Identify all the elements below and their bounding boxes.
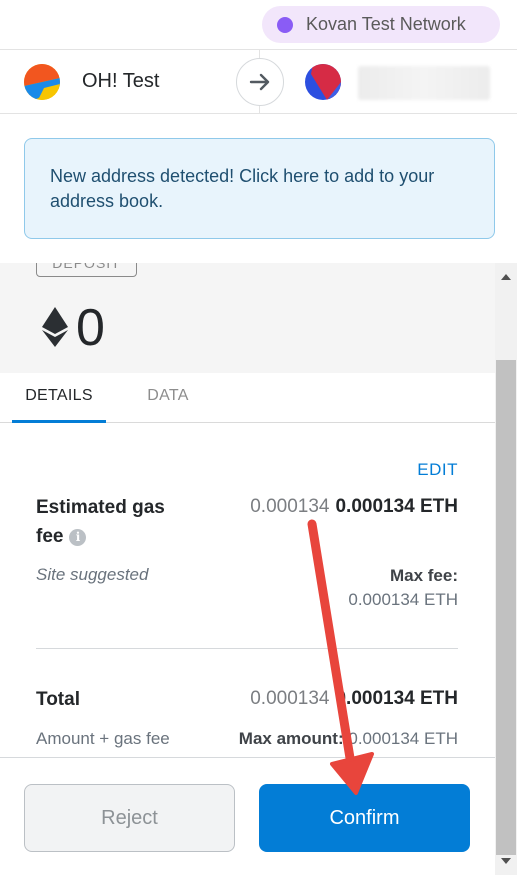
gas-fee-fiat: 0.000134 bbox=[250, 496, 330, 517]
page-footer: Reject Confirm bbox=[0, 757, 495, 875]
max-fee-label: Max fee: bbox=[390, 566, 458, 586]
tab-bar: DETAILS DATA bbox=[0, 373, 495, 423]
total-fiat: 0.000134 bbox=[250, 688, 330, 709]
arrow-right-icon bbox=[236, 58, 284, 106]
tab-data[interactable]: DATA bbox=[130, 373, 206, 423]
sender-name: OH! Test bbox=[82, 70, 160, 92]
recipient-address-redacted bbox=[358, 66, 490, 100]
total-sublabel: Amount + gas fee bbox=[36, 729, 170, 748]
total-label: Total bbox=[36, 689, 80, 710]
max-amount-row: Max amount: 0.000134 ETH bbox=[239, 729, 458, 749]
info-icon[interactable]: i bbox=[69, 529, 87, 546]
max-fee-label-text: Max fee: bbox=[389, 566, 458, 585]
gas-fee-label: Estimated gas fee i bbox=[36, 493, 165, 551]
network-selector[interactable]: Kovan Test Network bbox=[262, 6, 500, 43]
transaction-amount: 0 bbox=[76, 299, 105, 357]
method-tag: DEPOSIT bbox=[36, 263, 137, 277]
total-value: 0.000134 0.000134 ETH bbox=[250, 688, 458, 710]
confirm-button[interactable]: Confirm bbox=[259, 784, 470, 852]
alert-area: New address detected! Click here to add … bbox=[0, 115, 517, 263]
max-fee-value: 0.000134 ETH bbox=[348, 590, 458, 609]
edit-gas-link[interactable]: EDIT bbox=[417, 460, 458, 480]
gas-fee-label-line1: Estimated gas bbox=[36, 497, 165, 518]
new-address-alert[interactable]: New address detected! Click here to add … bbox=[24, 138, 495, 239]
transaction-summary: DEPOSIT 0 bbox=[0, 263, 495, 373]
gas-fee-label-line2: fee bbox=[36, 526, 64, 547]
max-amount-value: 0.000134 ETH bbox=[348, 729, 458, 748]
recipient-avatar-icon bbox=[305, 64, 341, 100]
scroll-up-arrow-icon[interactable] bbox=[495, 267, 517, 287]
scroll-down-arrow-icon[interactable] bbox=[495, 851, 517, 871]
divider bbox=[36, 648, 458, 649]
reject-button[interactable]: Reject bbox=[24, 784, 235, 852]
gas-fee-eth: 0.000134 ETH bbox=[335, 496, 458, 517]
eth-diamond-icon bbox=[42, 307, 68, 352]
alert-text: New address detected! Click here to add … bbox=[50, 166, 435, 211]
sender-recipient-row: OH! Test bbox=[0, 50, 517, 114]
gas-fee-sublabel: Site suggested bbox=[36, 565, 149, 584]
total-eth: 0.000134 ETH bbox=[335, 688, 458, 709]
network-bar: Kovan Test Network bbox=[0, 0, 517, 50]
max-amount-label: Max amount: bbox=[238, 729, 344, 748]
sender-avatar-icon bbox=[24, 64, 60, 100]
confirm-page-content: DEPOSIT 0 DETAILS DATA EDIT Estimated ga… bbox=[0, 263, 495, 757]
tab-details[interactable]: DETAILS bbox=[12, 373, 106, 423]
scrollbar[interactable] bbox=[495, 263, 517, 875]
network-status-dot bbox=[277, 16, 293, 33]
gas-fee-value: 0.000134 0.000134 ETH bbox=[250, 496, 458, 518]
scrollbar-thumb[interactable] bbox=[496, 360, 516, 855]
network-label: Kovan Test Network bbox=[306, 14, 466, 34]
